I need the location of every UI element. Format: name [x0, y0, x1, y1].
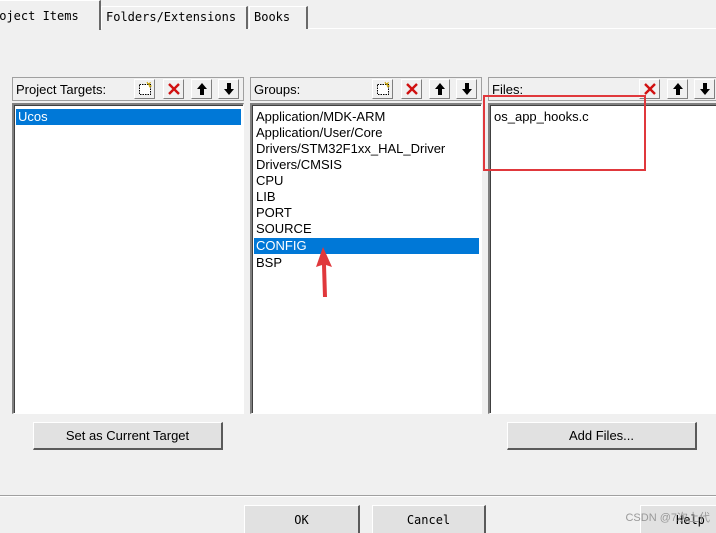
move-target-down-button[interactable] — [218, 79, 239, 99]
new-target-button[interactable] — [134, 79, 155, 99]
move-down-icon — [698, 81, 712, 97]
targets-list[interactable]: Ucos — [12, 103, 244, 414]
tab-label: Books — [254, 10, 291, 24]
move-up-icon — [671, 81, 685, 97]
move-file-down-button[interactable] — [694, 79, 715, 99]
ok-button[interactable]: OK — [244, 505, 360, 533]
delete-icon — [404, 81, 420, 97]
group-item[interactable]: PORT — [254, 205, 479, 221]
move-group-up-button[interactable] — [429, 79, 450, 99]
group-item[interactable]: Application/User/Core — [254, 125, 479, 141]
tab-label: roject Items — [0, 9, 79, 23]
new-icon — [137, 81, 153, 97]
annotation-highlight-box — [483, 95, 646, 171]
groups-list[interactable]: Application/MDK-ARM Application/User/Cor… — [250, 103, 482, 414]
group-item[interactable]: SOURCE — [254, 221, 479, 237]
group-item[interactable]: Drivers/CMSIS — [254, 157, 479, 173]
tab-label: Folders/Extensions — [106, 10, 237, 24]
watermark: CSDN @7次上代 — [625, 512, 710, 524]
tab-project-items[interactable]: roject Items — [0, 0, 101, 30]
move-file-up-button[interactable] — [667, 79, 688, 99]
groups-panel-header: Groups: — [250, 77, 482, 101]
group-item[interactable]: Drivers/STM32F1xx_HAL_Driver — [254, 141, 479, 157]
group-item[interactable]: CPU — [254, 173, 479, 189]
move-up-icon — [433, 81, 447, 97]
delete-group-button[interactable] — [401, 79, 422, 99]
move-group-down-button[interactable] — [456, 79, 477, 99]
group-item[interactable]: Application/MDK-ARM — [254, 109, 479, 125]
group-item-selected[interactable]: CONFIG — [254, 238, 479, 254]
move-target-up-button[interactable] — [191, 79, 212, 99]
new-group-button[interactable] — [372, 79, 393, 99]
delete-target-button[interactable] — [163, 79, 184, 99]
targets-panel-header: Project Targets: — [12, 77, 244, 101]
new-icon — [375, 81, 391, 97]
tab-books[interactable]: Books — [249, 6, 308, 29]
targets-panel-title: Project Targets: — [16, 82, 107, 97]
tab-folders-extensions[interactable]: Folders/Extensions — [101, 6, 248, 29]
groups-panel-title: Groups: — [254, 82, 301, 97]
delete-icon — [166, 81, 182, 97]
cancel-button[interactable]: Cancel — [372, 505, 486, 533]
add-files-button[interactable]: Add Files... — [507, 422, 697, 450]
move-down-icon — [460, 81, 474, 97]
annotation-arrow-icon — [316, 247, 332, 297]
tab-strip: roject Items Folders/Extensions Books — [0, 0, 716, 30]
group-item[interactable]: BSP — [254, 255, 479, 271]
move-down-icon — [222, 81, 236, 97]
target-item[interactable]: Ucos — [16, 109, 241, 125]
set-as-current-target-button[interactable]: Set as Current Target — [33, 422, 223, 450]
group-item[interactable]: LIB — [254, 189, 479, 205]
move-up-icon — [195, 81, 209, 97]
bottom-separator — [0, 495, 716, 497]
